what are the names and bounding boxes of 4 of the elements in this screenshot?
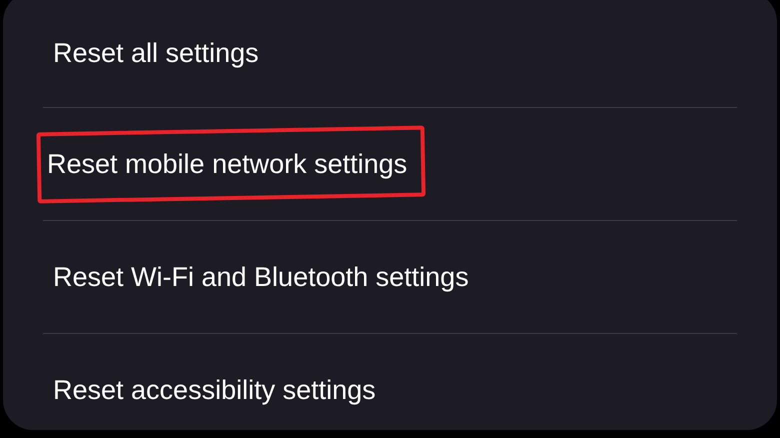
menu-item[interactable]: Reset mobile network settings — [47, 150, 408, 178]
menu-item[interactable]: Reset all settings — [53, 40, 259, 67]
menu-item[interactable]: Reset Wi-Fi and Bluetooth settings — [53, 264, 469, 290]
menu-item[interactable]: Reset accessibility settings — [53, 376, 376, 404]
